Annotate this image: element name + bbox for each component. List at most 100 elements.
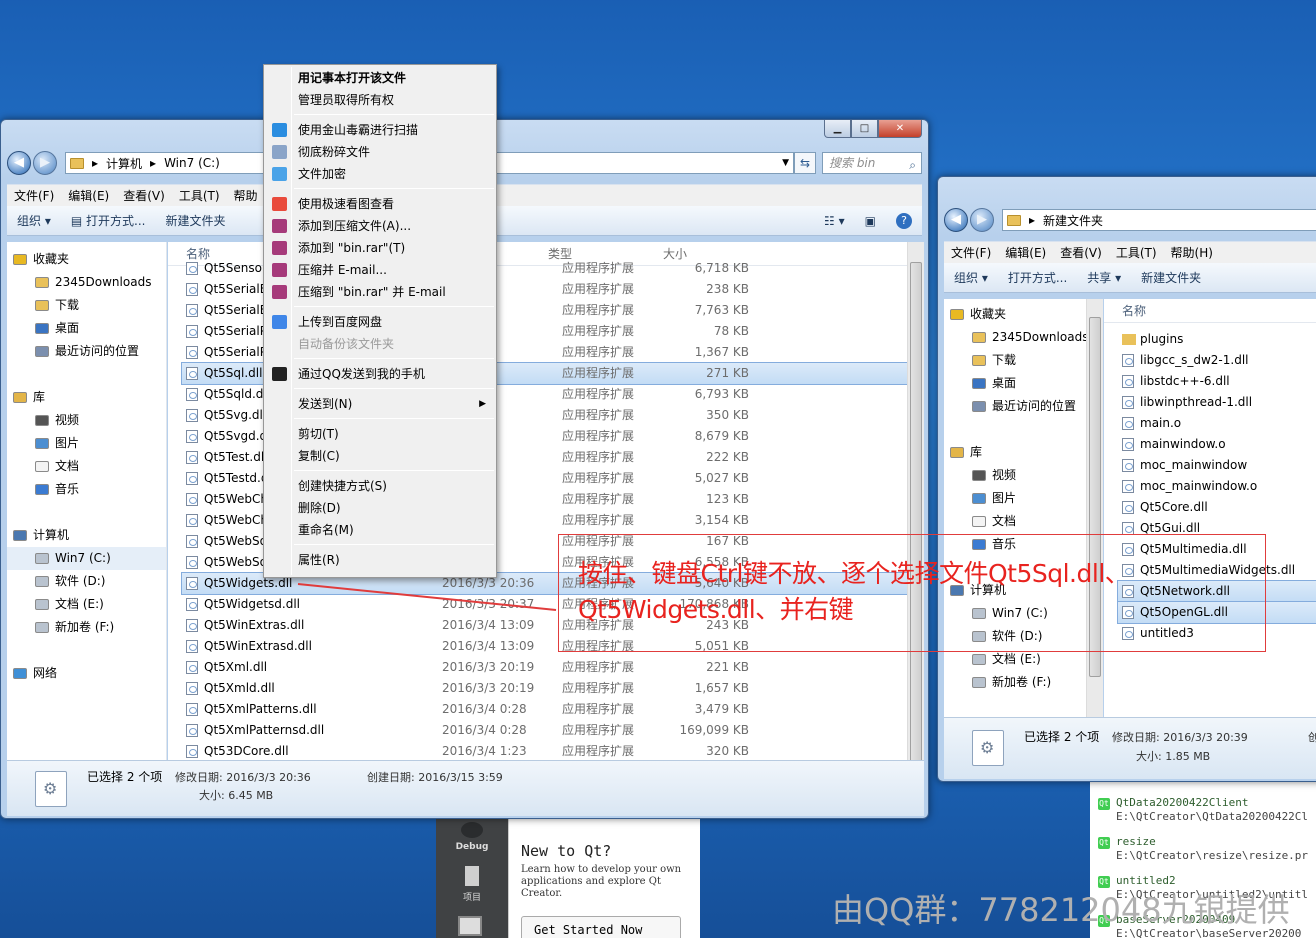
nav-item[interactable]: 桌面 bbox=[944, 372, 1093, 395]
nav-item[interactable]: 收藏夹 bbox=[7, 248, 166, 271]
toolbar-button[interactable]: 打开方式... bbox=[1008, 269, 1067, 286]
list-item[interactable]: libstdc++-6.dll bbox=[1118, 371, 1316, 392]
nav-item[interactable]: 桌面 bbox=[7, 317, 166, 340]
close-button[interactable]: ✕ bbox=[878, 120, 922, 138]
list-item[interactable]: moc_mainwindow bbox=[1118, 455, 1316, 476]
vertical-scrollbar[interactable] bbox=[907, 242, 924, 762]
back-button[interactable]: ◀ bbox=[7, 151, 31, 175]
nav-item[interactable]: 网络 bbox=[7, 662, 166, 685]
breadcrumb-drive[interactable]: Win7 (C:) bbox=[164, 156, 220, 170]
nav-item[interactable]: 音乐 bbox=[7, 478, 166, 501]
search-input[interactable]: 搜索 bin ⌕ bbox=[822, 152, 922, 174]
menu-item[interactable]: 工具(T) bbox=[1116, 244, 1157, 261]
toolbar-button[interactable]: 共享 ▾ bbox=[1087, 269, 1121, 286]
list-item[interactable]: libgcc_s_dw2-1.dll bbox=[1118, 350, 1316, 371]
address-bar[interactable]: ▸ 新建文件夹 bbox=[1002, 209, 1316, 231]
menu-item[interactable]: 工具(T) bbox=[179, 187, 220, 204]
nav-item[interactable]: 新加卷 (F:) bbox=[7, 616, 166, 639]
context-menu-item[interactable]: 复制(C) bbox=[264, 445, 496, 467]
analyze-icon[interactable] bbox=[458, 916, 482, 936]
context-menu-item[interactable]: 通过QQ发送到我的手机 bbox=[264, 363, 496, 385]
nav-item[interactable]: 视频 bbox=[944, 464, 1093, 487]
nav-item[interactable]: 文档 bbox=[7, 455, 166, 478]
column-name[interactable]: 名称 bbox=[1104, 299, 1316, 323]
open-with-button[interactable]: ▤ 打开方式... bbox=[71, 212, 146, 229]
list-item[interactable]: Qt5Core.dll bbox=[1118, 497, 1316, 518]
new-folder-button[interactable]: 新建文件夹 bbox=[165, 212, 225, 229]
context-menu-item[interactable]: 上传到百度网盘 bbox=[264, 311, 496, 333]
table-row[interactable]: Qt53DCore.dll 2016/3/4 1:23 应用程序扩展 320 KB bbox=[182, 741, 907, 762]
maximize-button[interactable]: □ bbox=[851, 120, 878, 138]
context-menu-item[interactable]: 使用金山毒霸进行扫描 bbox=[264, 119, 496, 141]
minimize-button[interactable]: ▁ bbox=[824, 120, 851, 138]
list-item[interactable]: plugins bbox=[1118, 329, 1316, 350]
menu-item[interactable]: 查看(V) bbox=[123, 187, 165, 204]
debug-mode-button[interactable]: Debug bbox=[436, 822, 508, 852]
menu-item[interactable]: 帮助(H) bbox=[1171, 244, 1213, 261]
back-button[interactable]: ◀ bbox=[944, 208, 968, 232]
breadcrumb-computer[interactable]: 计算机 bbox=[106, 155, 142, 172]
nav-item[interactable]: 软件 (D:) bbox=[7, 570, 166, 593]
projects-mode-button[interactable]: 项目 bbox=[436, 866, 508, 903]
context-menu-item[interactable]: 管理员取得所有权 bbox=[264, 89, 496, 111]
nav-item[interactable]: 最近访问的位置 bbox=[944, 395, 1093, 418]
recent-project[interactable]: Qt QtData20200422Client E:\QtCreator\QtDat… bbox=[1098, 796, 1308, 823]
context-menu-item[interactable]: 删除(D) bbox=[264, 497, 496, 519]
menu-item[interactable]: 帮助 bbox=[234, 187, 258, 204]
menu-item[interactable]: 文件(F) bbox=[951, 244, 991, 261]
nav-item[interactable]: 图片 bbox=[944, 487, 1093, 510]
menu-item[interactable]: 文件(F) bbox=[14, 187, 54, 204]
recent-project[interactable]: Qt resize E:\QtCreator\resize\resize.pr bbox=[1098, 835, 1308, 862]
context-menu-item[interactable]: 重命名(M) bbox=[264, 519, 496, 541]
breadcrumb-new-folder[interactable]: 新建文件夹 bbox=[1043, 212, 1103, 229]
table-row[interactable]: Qt5XmlPatterns.dll 2016/3/4 0:28 应用程序扩展 3,4… bbox=[182, 699, 907, 720]
context-menu-item[interactable]: 文件加密 bbox=[264, 163, 496, 185]
organize-button[interactable]: 组织 ▾ bbox=[17, 212, 51, 229]
nav-item[interactable]: 库 bbox=[944, 441, 1093, 464]
list-item[interactable]: mainwindow.o bbox=[1118, 434, 1316, 455]
get-started-button[interactable]: Get Started Now bbox=[521, 916, 681, 938]
nav-item[interactable]: 2345Downloads bbox=[7, 271, 166, 294]
context-menu-item[interactable]: 创建快捷方式(S) bbox=[264, 475, 496, 497]
forward-button[interactable]: ▶ bbox=[970, 208, 994, 232]
context-menu-item[interactable]: 压缩到 "bin.rar" 并 E-mail bbox=[264, 281, 496, 303]
nav-item[interactable]: 视频 bbox=[7, 409, 166, 432]
nav-item[interactable]: 最近访问的位置 bbox=[7, 340, 166, 363]
forward-button[interactable]: ▶ bbox=[33, 151, 57, 175]
list-item[interactable]: moc_mainwindow.o bbox=[1118, 476, 1316, 497]
refresh-button[interactable]: ⇆ bbox=[794, 152, 816, 174]
preview-pane-icon[interactable]: ▣ bbox=[865, 214, 876, 228]
nav-item[interactable]: 2345Downloads bbox=[944, 326, 1093, 349]
nav-item[interactable]: 下载 bbox=[7, 294, 166, 317]
nav-item[interactable]: 库 bbox=[7, 386, 166, 409]
table-row[interactable]: Qt5Xmld.dll 2016/3/3 20:19 应用程序扩展 1,657 KB bbox=[182, 678, 907, 699]
address-dropdown-icon[interactable]: ▼ bbox=[782, 158, 789, 168]
help-icon[interactable]: ? bbox=[896, 212, 912, 229]
toolbar-button[interactable]: 组织 ▾ bbox=[954, 269, 988, 286]
nav-item[interactable]: 收藏夹 bbox=[944, 303, 1093, 326]
context-menu-item[interactable]: 添加到压缩文件(A)... bbox=[264, 215, 496, 237]
table-row[interactable]: Qt5Xml.dll 2016/3/3 20:19 应用程序扩展 221 KB bbox=[182, 657, 907, 678]
context-menu-item[interactable]: 使用极速看图查看 bbox=[264, 193, 496, 215]
nav-item[interactable]: 新加卷 (F:) bbox=[944, 671, 1093, 694]
nav-item[interactable]: 下载 bbox=[944, 349, 1093, 372]
menu-item[interactable]: 查看(V) bbox=[1060, 244, 1102, 261]
nav-item[interactable]: 计算机 bbox=[7, 524, 166, 547]
nav-item[interactable]: 图片 bbox=[7, 432, 166, 455]
context-menu-item[interactable]: 发送到(N) ▶ bbox=[264, 393, 496, 415]
nav-item[interactable]: 文档 (E:) bbox=[7, 593, 166, 616]
context-menu-item[interactable]: 添加到 "bin.rar"(T) bbox=[264, 237, 496, 259]
context-menu-item[interactable]: 彻底粉碎文件 bbox=[264, 141, 496, 163]
toolbar-button[interactable]: 新建文件夹 bbox=[1141, 269, 1201, 286]
menu-item[interactable]: 编辑(E) bbox=[1005, 244, 1046, 261]
context-menu-item[interactable]: 属性(R) bbox=[264, 549, 496, 571]
table-row[interactable]: Qt5XmlPatternsd.dll 2016/3/4 0:28 应用程序扩展 16… bbox=[182, 720, 907, 741]
nav-scrollbar[interactable] bbox=[1086, 299, 1103, 717]
context-menu-item[interactable]: 用记事本打开该文件 bbox=[264, 67, 496, 89]
view-options-icon[interactable]: ☷ ▾ bbox=[824, 214, 845, 228]
menu-item[interactable]: 编辑(E) bbox=[68, 187, 109, 204]
list-item[interactable]: main.o bbox=[1118, 413, 1316, 434]
context-menu-item[interactable]: 压缩并 E-mail... bbox=[264, 259, 496, 281]
nav-item[interactable]: Win7 (C:) bbox=[7, 547, 166, 570]
list-item[interactable]: libwinpthread-1.dll bbox=[1118, 392, 1316, 413]
